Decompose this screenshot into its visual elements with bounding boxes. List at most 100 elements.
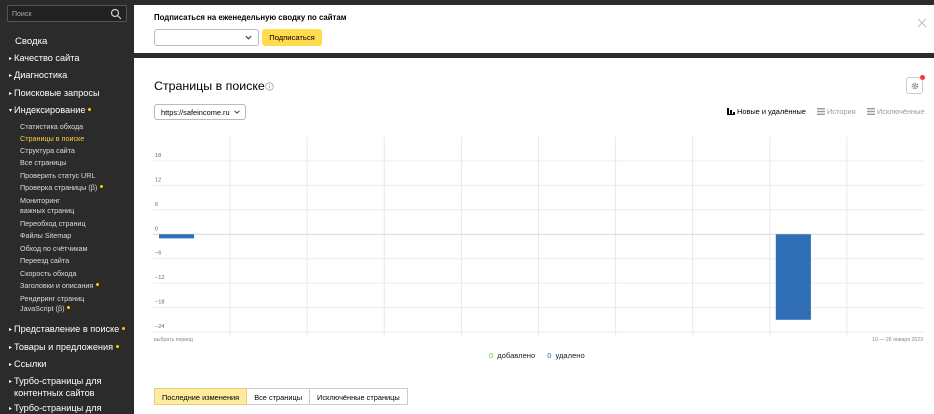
excluded-icon [867, 108, 875, 115]
tab-recent-changes[interactable]: Последние изменения [154, 388, 248, 405]
tab-all-pages[interactable]: Все страницы [247, 388, 311, 405]
sidebar-subitem-titles[interactable]: Заголовки и описания [20, 281, 100, 291]
main-content: Страницы в поиске https://safeincome.ru … [134, 58, 934, 414]
sidebar-item-turbo-shops[interactable]: ▸ Турбо-страницы для [9, 403, 102, 413]
pages-chart[interactable]: 18 12 6 0 −6 −12 −18 −24 [153, 137, 924, 335]
site-select-value: https://safeincome.ru [161, 108, 230, 117]
sidebar-item-links[interactable]: ▸ Ссылки [9, 359, 46, 369]
sidebar-item-label: Мониторинг [20, 196, 60, 205]
sidebar-item-diagnostics[interactable]: ▸ Диагностика [9, 70, 67, 80]
sidebar-subitem-site-structure[interactable]: Структура сайта [20, 146, 75, 156]
sidebar-item-products[interactable]: ▸ Товары и предложения [9, 342, 120, 352]
settings-button[interactable] [906, 75, 925, 94]
sidebar-item-label: Диагностика [14, 70, 68, 80]
chevron-down-icon [234, 110, 240, 114]
notification-dot [67, 306, 71, 309]
view-history[interactable]: История [817, 107, 856, 116]
caret-right-icon: ▸ [9, 362, 13, 368]
notification-dot [116, 345, 120, 348]
sidebar-subitem-monitoring[interactable]: Мониторинг важных страниц [20, 196, 74, 216]
sidebar-item-label: Представление в поиске [14, 324, 120, 334]
info-icon[interactable] [265, 82, 274, 91]
tab-excluded-pages[interactable]: Исключённые страницы [310, 388, 408, 405]
sidebar-subitem-rendering[interactable]: Рендеринг страниц JavaScript (β) [20, 294, 84, 314]
sidebar-subitem-site-move[interactable]: Переезд сайта [20, 256, 69, 266]
sidebar-search[interactable] [7, 5, 127, 22]
sidebar-item-turbo-content[interactable]: ▸ Турбо-страницы для контентных сайтов [9, 376, 102, 399]
sidebar: Сводка ▸Качество сайта ▸Диагностика ▸Пои… [0, 0, 134, 414]
sidebar-item-search-presentation[interactable]: ▸ Представление в поиске [9, 324, 126, 334]
sidebar-subitem-crawl-stats[interactable]: Статистика обхода [20, 122, 83, 132]
y-tick-label: −24 [155, 324, 165, 330]
history-icon [817, 108, 825, 115]
notification-dot [88, 108, 92, 111]
caret-right-icon: ▸ [9, 56, 13, 62]
site-select[interactable]: https://safeincome.ru [154, 104, 246, 120]
sidebar-item-label: контентных сайтов [14, 388, 95, 398]
y-tick-label: −18 [155, 300, 165, 306]
sidebar-item-label: Проверка страницы (β) [20, 183, 98, 192]
caret-right-icon: ▸ [9, 379, 13, 385]
view-new-removed[interactable]: Новые и удалённые [727, 107, 806, 116]
y-tick-label: −6 [155, 251, 161, 257]
chart-bar[interactable] [159, 234, 195, 239]
sidebar-subitem-recrawl[interactable]: Переобход страниц [20, 219, 86, 229]
y-tick-label: −12 [155, 275, 165, 281]
page-title: Страницы в поиске [154, 79, 265, 93]
sidebar-item-label: Турбо-страницы для [14, 403, 102, 413]
sidebar-item-label: Товары и предложения [14, 342, 114, 352]
search-icon[interactable] [110, 8, 122, 20]
chevron-down-icon [245, 35, 252, 40]
caret-right-icon: ▸ [9, 345, 13, 351]
caret-right-icon: ▸ [9, 327, 13, 333]
search-input[interactable] [12, 8, 108, 20]
sidebar-item-label: Индексирование [14, 105, 86, 115]
sidebar-subitem-crawl-speed[interactable]: Скорость обхода [20, 269, 76, 279]
subscribe-site-select[interactable] [154, 29, 259, 46]
pages-tabs: Последние изменения Все страницы Исключё… [154, 388, 408, 405]
y-tick-label: 0 [155, 226, 158, 232]
sidebar-item-label: JavaScript (β) [20, 304, 65, 313]
sidebar-subitem-check-url[interactable]: Проверить статус URL [20, 171, 95, 181]
view-label: Новые и удалённые [737, 107, 806, 116]
chart-bar[interactable] [775, 234, 811, 320]
notification-dot [920, 75, 925, 80]
close-icon[interactable] [916, 17, 928, 29]
removed-count: 0 [547, 351, 552, 360]
sidebar-item-label: Ссылки [14, 359, 47, 369]
view-label: История [827, 107, 856, 116]
period-picker[interactable]: выбрать период [154, 337, 193, 343]
caret-down-icon: ▾ [9, 108, 13, 114]
sidebar-subitem-sitemap[interactable]: Файлы Sitemap [20, 231, 71, 241]
sidebar-subitem-all-pages[interactable]: Все страницы [20, 158, 67, 168]
added-count: 0 [489, 351, 494, 360]
sidebar-item-indexing[interactable]: ▾ Индексирование [9, 105, 92, 115]
sidebar-item-label: Качество сайта [14, 53, 80, 63]
sidebar-item-label: Турбо-страницы для [14, 376, 102, 386]
removed-label: удалено [555, 351, 585, 360]
sidebar-subitem-page-check[interactable]: Проверка страницы (β) [20, 183, 104, 193]
period-range: 10 — 26 января 2023 [872, 337, 923, 343]
gear-icon [911, 82, 919, 90]
subscribe-button[interactable]: Подписаться [262, 29, 322, 46]
caret-right-icon: ▸ [9, 91, 13, 97]
bar-chart-icon [727, 108, 735, 115]
view-excluded[interactable]: Исключённые [867, 107, 925, 116]
sidebar-subitem-counter-crawl[interactable]: Обход по счётчикам [20, 244, 87, 254]
notification-dot [122, 327, 126, 330]
y-tick-label: 18 [155, 153, 161, 159]
y-tick-label: 6 [155, 202, 158, 208]
sidebar-item-summary[interactable]: Сводка [15, 36, 47, 47]
sidebar-item-label: важных страниц [20, 206, 75, 215]
sidebar-item-site-quality[interactable]: ▸ Качество сайта [9, 53, 79, 63]
sidebar-item-label: Рендеринг страниц [20, 294, 85, 303]
y-tick-label: 12 [155, 177, 161, 183]
sidebar-item-label: Заголовки и описания [20, 281, 94, 290]
chart-legend: 0 добавлено 0 удалено [489, 351, 585, 360]
sidebar-item-label: Поисковые запросы [14, 88, 100, 98]
sidebar-item-search-queries[interactable]: ▸ Поисковые запросы [9, 88, 100, 98]
caret-right-icon: ▸ [9, 406, 13, 412]
subscribe-title: Подписаться на еженедельную сводку по са… [154, 13, 347, 22]
sidebar-subitem-pages-in-search[interactable]: Страницы в поиске [20, 134, 84, 144]
notification-dot [100, 185, 104, 188]
